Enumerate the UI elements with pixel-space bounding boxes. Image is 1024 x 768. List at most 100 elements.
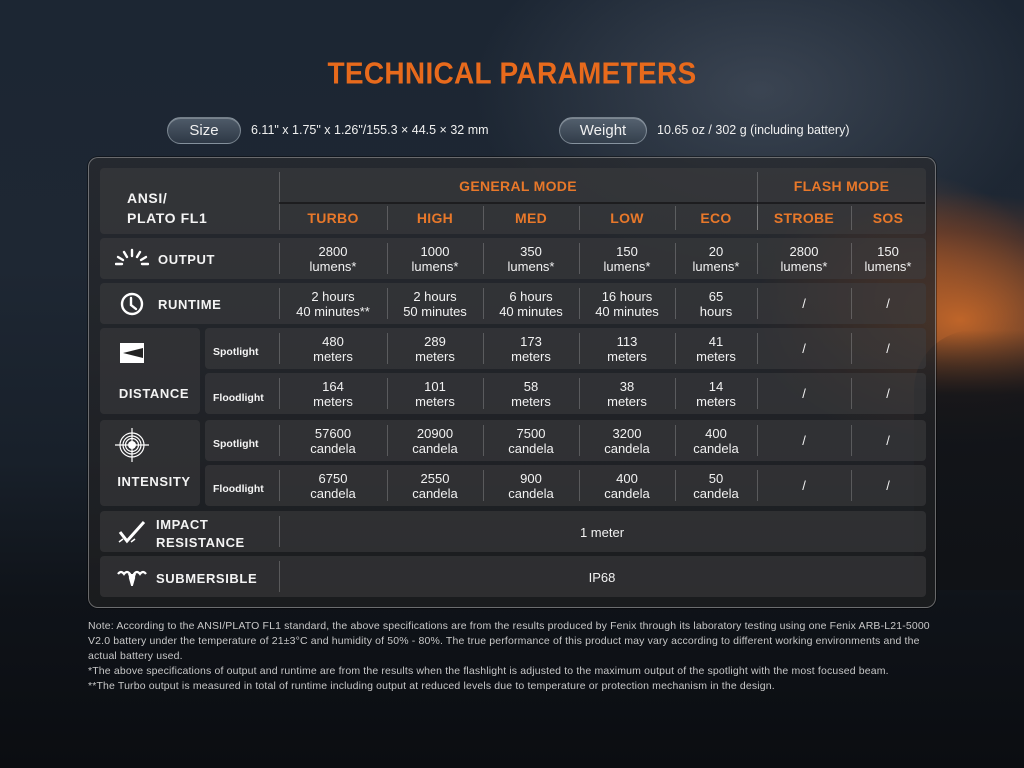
distance-floodlight-value-turbo: 164 meters	[279, 379, 387, 409]
value-line1: /	[886, 386, 890, 401]
value-line2: lumens*	[780, 259, 828, 274]
output-label: OUTPUT	[158, 252, 216, 267]
intensity-spotlight-value-high: 20900 candela	[387, 426, 483, 456]
value-line1: 1000	[420, 244, 450, 259]
mode-header-low: LOW	[610, 210, 644, 226]
size-pill: Size	[167, 116, 241, 144]
value-line1: 2800	[318, 244, 348, 259]
intensity-floodlight-label: Floodlight	[213, 483, 264, 495]
intensity-spotlight-value-turbo: 57600 candela	[279, 426, 387, 456]
runtime-value-eco: 65 hours	[675, 289, 757, 319]
value-line1: 20900	[416, 426, 454, 441]
value-line1: 350	[520, 244, 542, 259]
note-single-asterisk: *The above specifications of output and …	[88, 665, 889, 677]
value-line1: 41	[708, 334, 724, 349]
standard-label-line2: PLATO FL1	[127, 210, 208, 226]
runtime-value-med: 6 hours 40 minutes	[483, 289, 579, 319]
value-line1: 900	[520, 471, 542, 486]
distance-spotlight-value-high: 289 meters	[387, 334, 483, 364]
mode-header-high: HIGH	[416, 210, 454, 226]
value-line2: hours	[699, 304, 733, 319]
impact-value: 1 meter	[579, 525, 625, 540]
value-line2: candela	[508, 441, 554, 456]
intensity-spotlight-value-eco: 400 candela	[675, 426, 757, 456]
value-line1: 164	[322, 379, 344, 394]
distance-label-cell	[100, 328, 200, 414]
output-value-high: 1000 lumens*	[387, 244, 483, 274]
divider	[387, 206, 388, 230]
spec-table: ANSI/ PLATO FL1 GENERAL MODE FLASH MODE …	[88, 157, 936, 608]
value-line1: /	[886, 296, 890, 311]
impact-label-line2: RESISTANCE	[156, 535, 245, 550]
intensity-floodlight-value-turbo: 6750 candela	[279, 471, 387, 501]
value-line2: candela	[412, 441, 458, 456]
note-double-asterisk: **The Turbo output is measured in total …	[88, 680, 775, 692]
divider	[757, 206, 758, 230]
value-line2: lumens*	[411, 259, 459, 274]
intensity-floodlight-value-strobe: /	[757, 478, 851, 493]
note-main: Note: According to the ANSI/PLATO FL1 st…	[88, 620, 930, 662]
value-line2: candela	[412, 486, 458, 501]
output-value-low: 150 lumens*	[579, 244, 675, 274]
intensity-spotlight-value-strobe: /	[757, 433, 851, 448]
value-line1: /	[886, 433, 890, 448]
output-value-sos: 150 lumens*	[851, 244, 925, 274]
value-line1: 14	[708, 379, 724, 394]
distance-label: DISTANCE	[118, 386, 190, 401]
submersible-label: SUBMERSIBLE	[156, 571, 258, 586]
runtime-label: RUNTIME	[158, 297, 222, 312]
intensity-floodlight-value-low: 400 candela	[579, 471, 675, 501]
runtime-value-low: 16 hours 40 minutes	[579, 289, 675, 319]
mode-header-med: MED	[514, 210, 547, 226]
value-line1: 16 hours	[601, 289, 653, 304]
output-value-med: 350 lumens*	[483, 244, 579, 274]
mode-header-sos: SOS	[872, 210, 904, 226]
value-line2: candela	[310, 486, 356, 501]
value-line1: /	[886, 341, 890, 356]
distance-spotlight-value-eco: 41 meters	[675, 334, 757, 364]
distance-floodlight-value-med: 58 meters	[483, 379, 579, 409]
distance-spotlight-value-turbo: 480 meters	[279, 334, 387, 364]
value-line2: 40 minutes**	[296, 304, 370, 319]
distance-floodlight-value-sos: /	[851, 386, 925, 401]
value-line2: meters	[313, 349, 353, 364]
submersible-value: IP68	[588, 570, 616, 585]
value-line2: meters	[696, 394, 736, 409]
value-line2: candela	[693, 486, 739, 501]
value-line2: 50 minutes	[403, 304, 467, 319]
standard-label: ANSI/ PLATO FL1	[127, 188, 207, 228]
distance-spotlight-value-low: 113 meters	[579, 334, 675, 364]
value-line1: 6750	[318, 471, 348, 486]
value-line1: 38	[619, 379, 635, 394]
value-line2: lumens*	[692, 259, 740, 274]
group-flash-mode: FLASH MODE	[793, 178, 890, 194]
value-line2: meters	[607, 349, 647, 364]
value-line1: 57600	[314, 426, 352, 441]
value-line1: 400	[616, 471, 638, 486]
intensity-floodlight-value-med: 900 candela	[483, 471, 579, 501]
light-burst-icon	[115, 248, 149, 266]
intensity-floodlight-value-high: 2550 candela	[387, 471, 483, 501]
divider	[851, 206, 852, 230]
distance-floodlight-value-eco: 14 meters	[675, 379, 757, 409]
value-line1: 289	[424, 334, 446, 349]
impact-icon	[118, 520, 146, 544]
value-line1: 150	[616, 244, 638, 259]
intensity-floodlight-value-sos: /	[851, 478, 925, 493]
standard-label-line1: ANSI/	[127, 190, 168, 206]
value-line2: 40 minutes	[499, 304, 563, 319]
runtime-value-sos: /	[851, 296, 925, 311]
value-line2: candela	[604, 441, 650, 456]
divider	[579, 206, 580, 230]
value-line1: 3200	[612, 426, 642, 441]
value-line1: 400	[705, 426, 727, 441]
value-line2: meters	[415, 394, 455, 409]
value-line1: 50	[708, 471, 724, 486]
weight-pill: Weight	[559, 116, 647, 144]
output-value-eco: 20 lumens*	[675, 244, 757, 274]
value-line2: meters	[607, 394, 647, 409]
header-divider	[279, 202, 925, 204]
intensity-spotlight-label: Spotlight	[213, 438, 259, 450]
page-title: TECHNICAL PARAMETERS	[327, 56, 697, 91]
value-line2: 40 minutes	[595, 304, 659, 319]
